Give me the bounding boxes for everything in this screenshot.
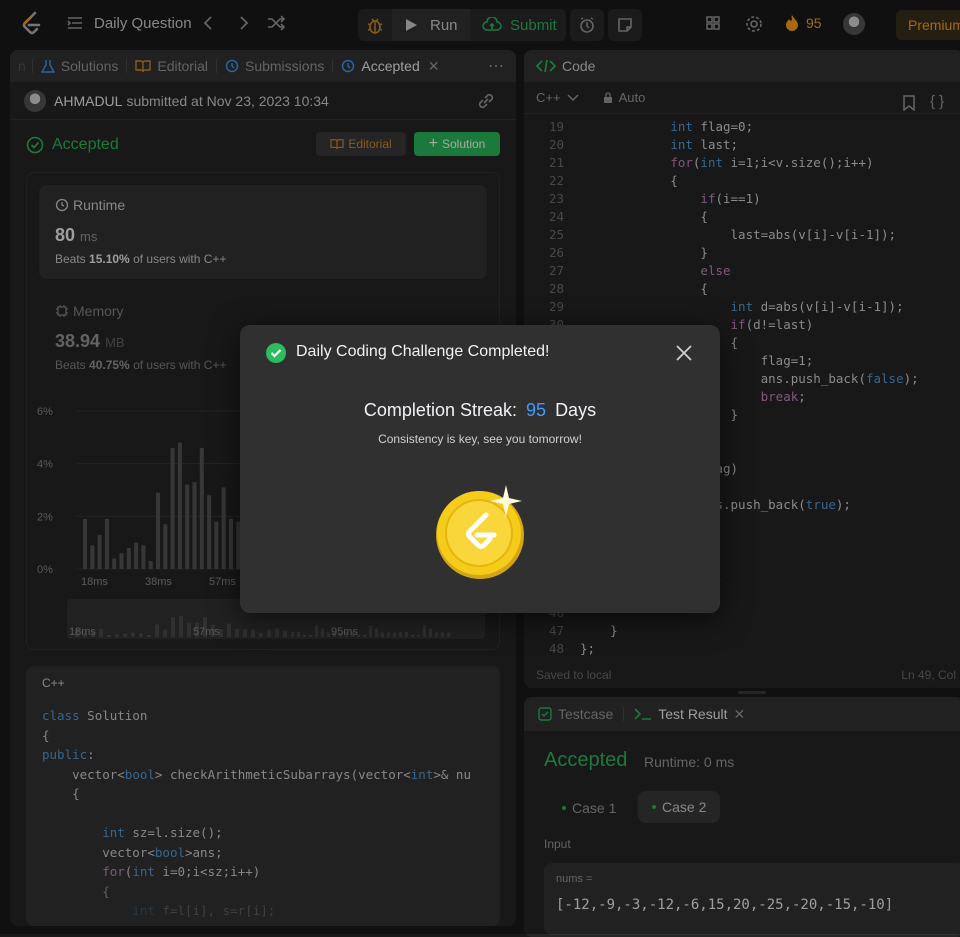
streak-value: 95 [526,400,547,420]
streak-label: Completion Streak: [363,400,517,420]
check-circle-icon [266,343,286,363]
streak-unit: Days [555,400,597,420]
completion-streak: Completion Streak: 95 Days [240,400,720,421]
modal-title: Daily Coding Challenge Completed! [296,343,550,360]
close-icon[interactable] [674,343,694,363]
modal-subtitle: Consistency is key, see you tomorrow! [378,432,582,446]
leetcode-coin-icon [436,483,526,579]
daily-challenge-modal: Daily Coding Challenge Completed! Comple… [240,325,720,613]
